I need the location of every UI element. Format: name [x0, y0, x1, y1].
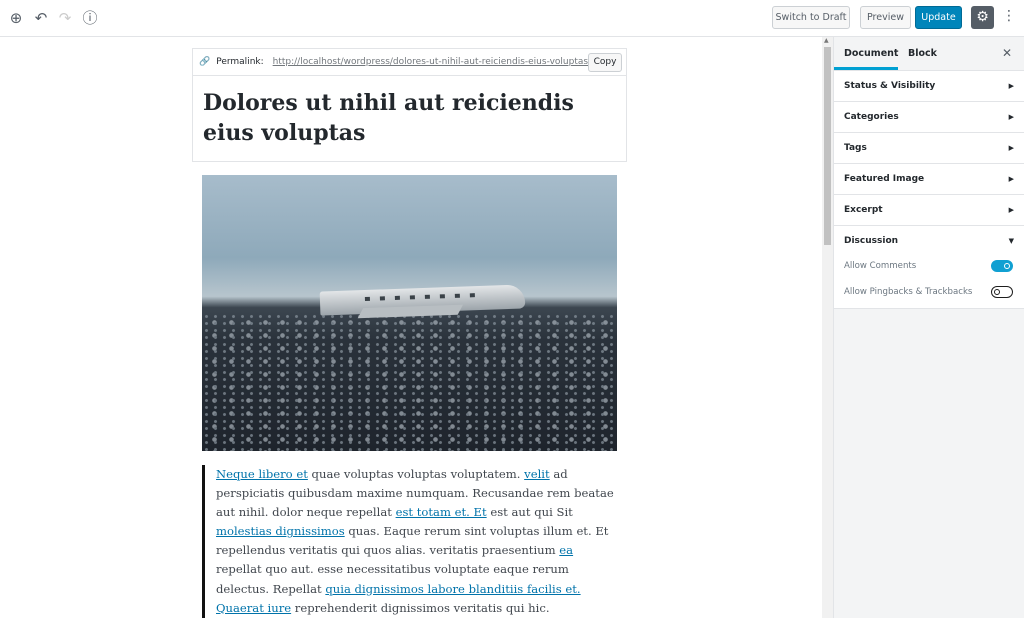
gear-icon[interactable]: ⚙ — [971, 6, 994, 29]
allow-pingbacks-toggle[interactable] — [991, 286, 1013, 298]
top-toolbar: ⊕ ↶ ↷ ⓘ Switch to Draft Preview Update ⚙… — [0, 0, 1024, 37]
inline-link[interactable]: est totam et. Et — [396, 505, 487, 519]
preview-button[interactable]: Preview — [860, 6, 911, 29]
caret-right-icon: ▶ — [1008, 175, 1014, 183]
copy-button[interactable]: Copy — [588, 53, 622, 72]
inline-link[interactable]: Neque libero et — [216, 467, 308, 481]
tab-block[interactable]: Block — [908, 37, 937, 70]
allow-pingbacks-row: Allow Pingbacks & Trackbacks — [834, 282, 1024, 308]
inline-link[interactable]: ea — [559, 543, 573, 557]
panel-categories[interactable]: Categories ▶ — [834, 101, 1024, 132]
quote-text: est aut qui Sit — [486, 505, 573, 520]
settings-sidebar: Document Block ✕ Status & Visibility ▶ Cat… — [833, 37, 1024, 618]
post-title-block: 🔗 Permalink: http://localhost/wordpress/… — [192, 48, 627, 162]
caret-down-icon: ▼ — [1008, 237, 1014, 245]
discussion-panel: Discussion ▼ Allow Comments Allow Pingbac… — [834, 225, 1024, 309]
update-button[interactable]: Update — [915, 6, 962, 29]
inline-link[interactable]: velit — [524, 467, 550, 481]
info-icon[interactable]: ⓘ — [81, 9, 99, 27]
undo-icon[interactable]: ↶ — [32, 9, 50, 27]
quote-block[interactable]: Neque libero et quae voluptas voluptas v… — [202, 465, 622, 618]
permalink-bar: 🔗 Permalink: http://localhost/wordpress/… — [193, 49, 626, 76]
ground-texture — [202, 313, 617, 451]
allow-comments-toggle[interactable] — [991, 260, 1013, 272]
editor-canvas: 🔗 Permalink: http://localhost/wordpress/… — [0, 37, 822, 618]
caret-right-icon: ▶ — [1008, 82, 1014, 90]
panel-tags[interactable]: Tags ▶ — [834, 132, 1024, 163]
discussion-header[interactable]: Discussion ▼ — [834, 226, 1024, 256]
panel-featured-image[interactable]: Featured Image ▶ — [834, 163, 1024, 194]
post-title[interactable]: Dolores ut nihil aut reiciendis eius vol… — [193, 76, 626, 148]
plane-wreck — [319, 284, 526, 319]
switch-to-draft-button[interactable]: Switch to Draft — [772, 6, 850, 29]
tab-document[interactable]: Document — [834, 37, 898, 70]
caret-right-icon: ▶ — [1008, 113, 1014, 121]
quote-text: quae voluptas voluptas voluptatem. — [307, 467, 525, 481]
link-icon: 🔗 — [199, 57, 211, 67]
quote-text: reprehenderit dignissimos veritatis qui … — [291, 600, 550, 615]
close-icon[interactable]: ✕ — [1002, 37, 1012, 70]
caret-right-icon: ▶ — [1008, 206, 1014, 214]
editor-scrollbar[interactable]: ▲ — [822, 37, 833, 618]
kebab-icon[interactable]: ⋮ — [1002, 8, 1016, 24]
inline-link[interactable]: molestias dignissimos — [216, 524, 345, 538]
permalink-url[interactable]: http://localhost/wordpress/dolores-ut-ni… — [273, 57, 591, 67]
allow-comments-row: Allow Comments — [834, 256, 1024, 282]
image-block[interactable] — [202, 175, 617, 451]
permalink-label: Permalink: — [216, 57, 264, 67]
plus-circle-icon[interactable]: ⊕ — [7, 9, 25, 27]
caret-right-icon: ▶ — [1008, 144, 1014, 152]
panel-excerpt[interactable]: Excerpt ▶ — [834, 194, 1024, 225]
panel-status-visibility[interactable]: Status & Visibility ▶ — [834, 70, 1024, 101]
redo-icon[interactable]: ↷ — [56, 9, 74, 27]
